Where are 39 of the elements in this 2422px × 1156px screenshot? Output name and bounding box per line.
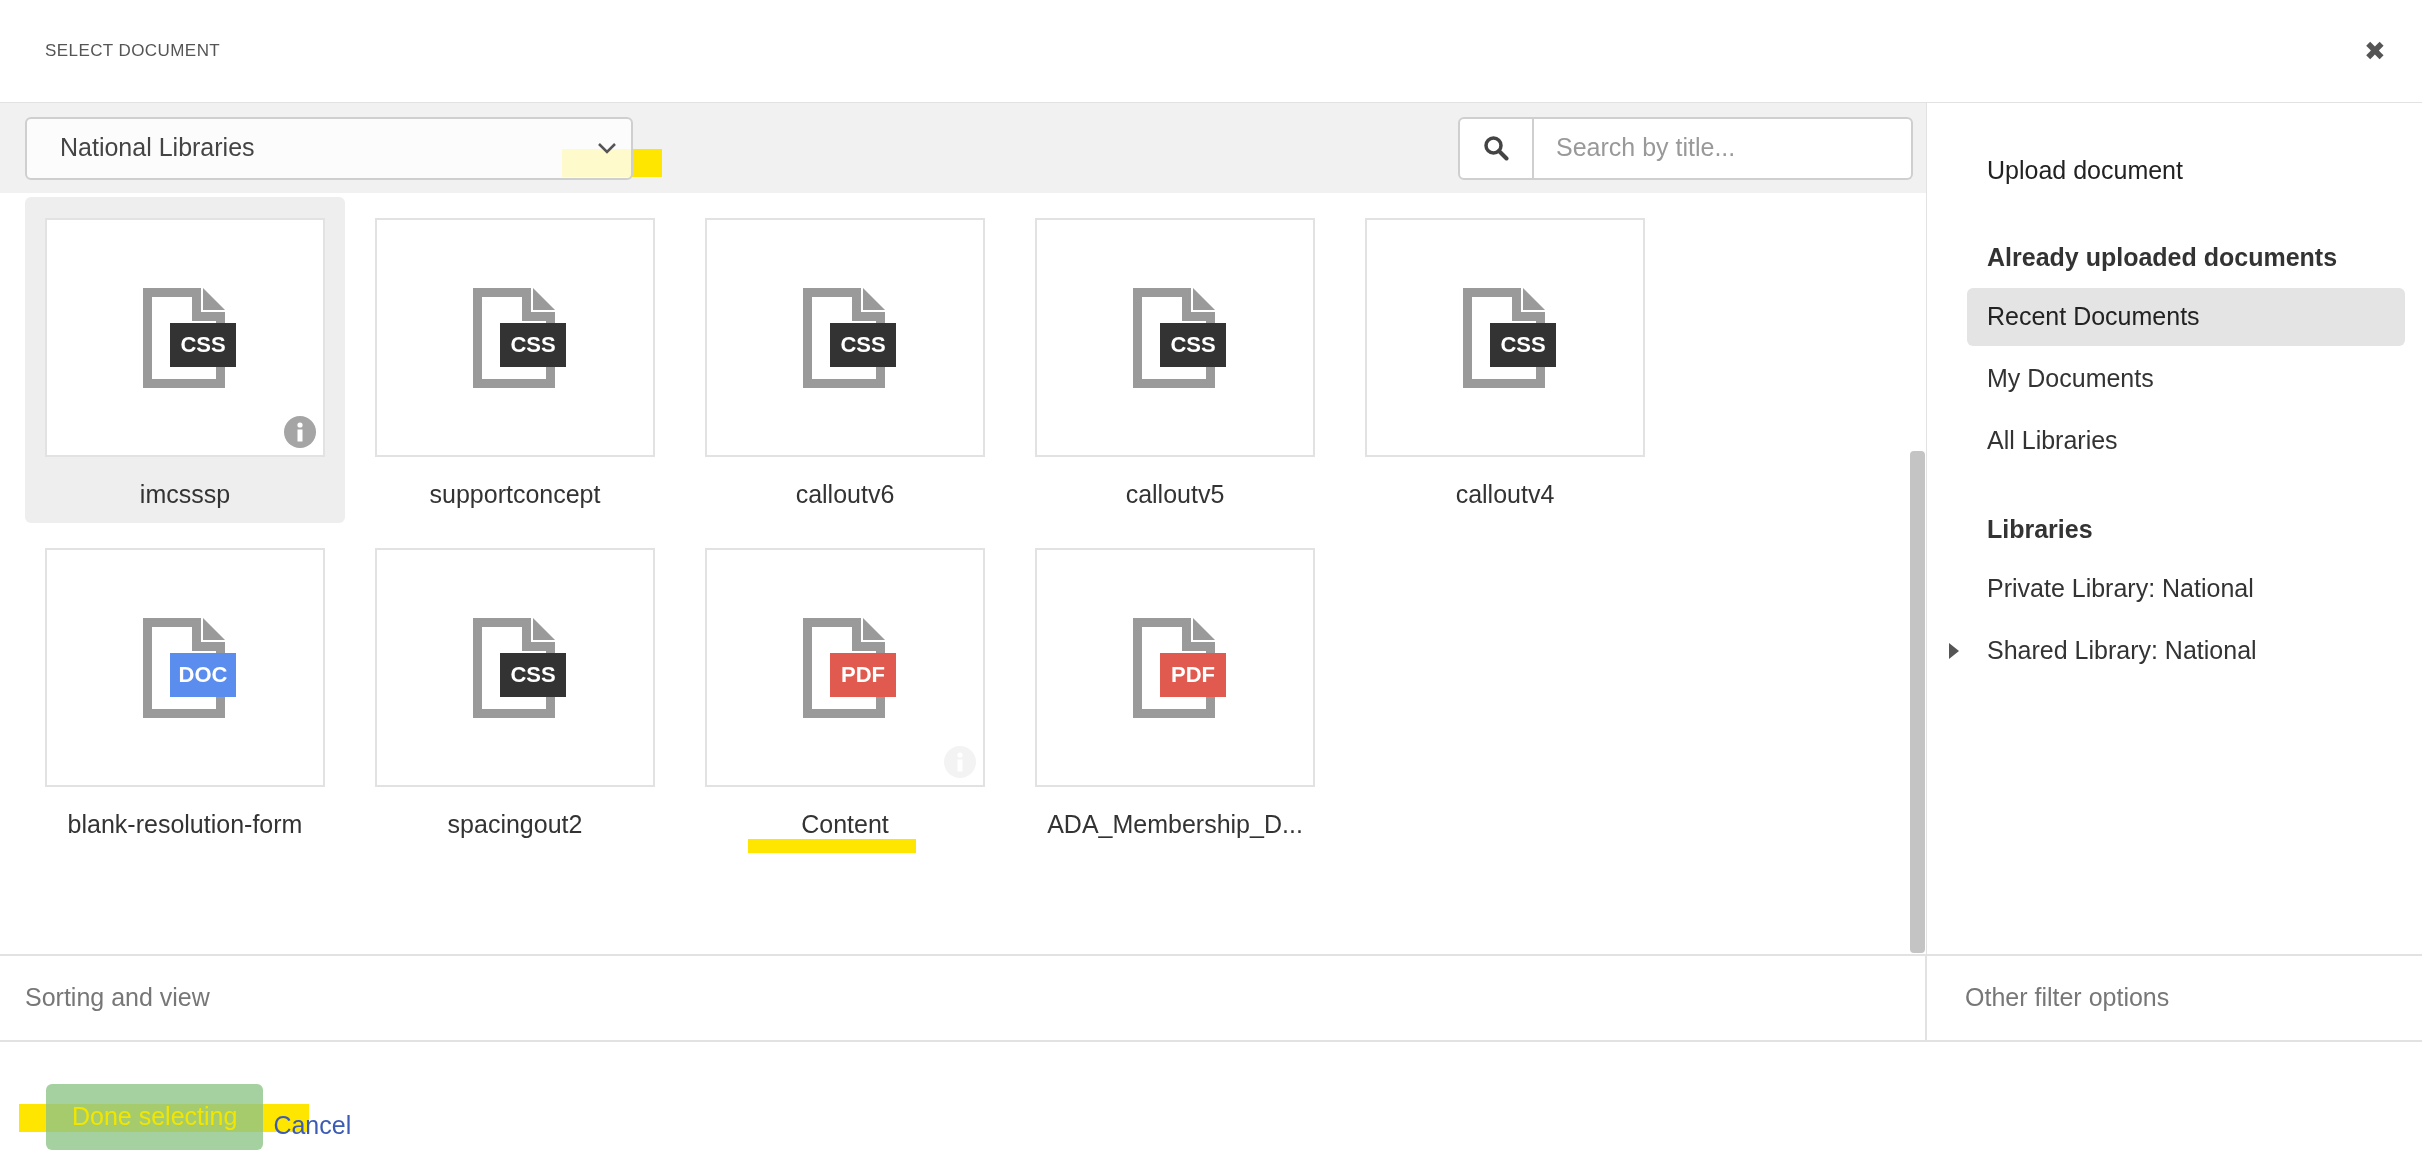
document-name: spacingout2: [447, 811, 583, 837]
sidebar-item[interactable]: All Libraries: [1967, 412, 2405, 470]
file-type-badge: CSS: [830, 322, 896, 367]
library-dropdown[interactable]: National Libraries: [25, 116, 633, 180]
window-title: SELECT DOCUMENT: [45, 40, 221, 63]
close-button[interactable]: ✖: [2364, 38, 2386, 64]
filter-toggle[interactable]: Other filter options: [1965, 979, 2170, 1017]
document-name: calloutv6: [795, 481, 895, 507]
document-name: calloutv5: [1125, 481, 1225, 507]
file-type-badge: CSS: [170, 322, 236, 367]
document-name: imcsssp: [139, 481, 231, 507]
document-name: calloutv4: [1455, 481, 1555, 507]
sidebar-item[interactable]: Private Library: National: [1967, 560, 2405, 618]
document-name: supportconcept: [429, 481, 601, 507]
upload-link[interactable]: Upload document: [1967, 142, 2405, 200]
document-tile[interactable]: CSS imcsssp: [25, 197, 345, 523]
file-type-badge: PDF: [830, 652, 896, 697]
search-icon: [1483, 135, 1509, 161]
sidebar-item[interactable]: Recent Documents: [1967, 288, 2405, 346]
search-field[interactable]: Search by title...: [1534, 116, 1913, 180]
file-type-badge: DOC: [170, 652, 236, 697]
section-heading: Libraries: [1986, 513, 2094, 545]
document-name: Content: [801, 811, 889, 837]
document-name: blank-resolution-form: [67, 811, 303, 837]
chevron-down-icon: [597, 142, 617, 154]
sorting-toggle[interactable]: Sorting and view: [25, 979, 210, 1017]
search-button[interactable]: [1458, 116, 1534, 180]
file-type-badge: PDF: [1160, 652, 1226, 697]
file-type-badge: CSS: [1490, 322, 1556, 367]
scrollbar-thumb[interactable]: [1910, 451, 1925, 953]
file-type-badge: CSS: [1160, 322, 1226, 367]
info-icon[interactable]: [284, 416, 316, 448]
section-heading: Already uploaded documents: [1986, 241, 2339, 273]
file-type-badge: CSS: [500, 322, 566, 367]
document-name: ADA_Membership_D...: [1047, 811, 1303, 837]
sidebar-item[interactable]: My Documents: [1967, 350, 2405, 408]
file-type-badge: CSS: [500, 652, 566, 697]
sidebar-item[interactable]: Shared Library: National: [1967, 622, 2405, 680]
expand-icon[interactable]: [1949, 643, 1959, 659]
